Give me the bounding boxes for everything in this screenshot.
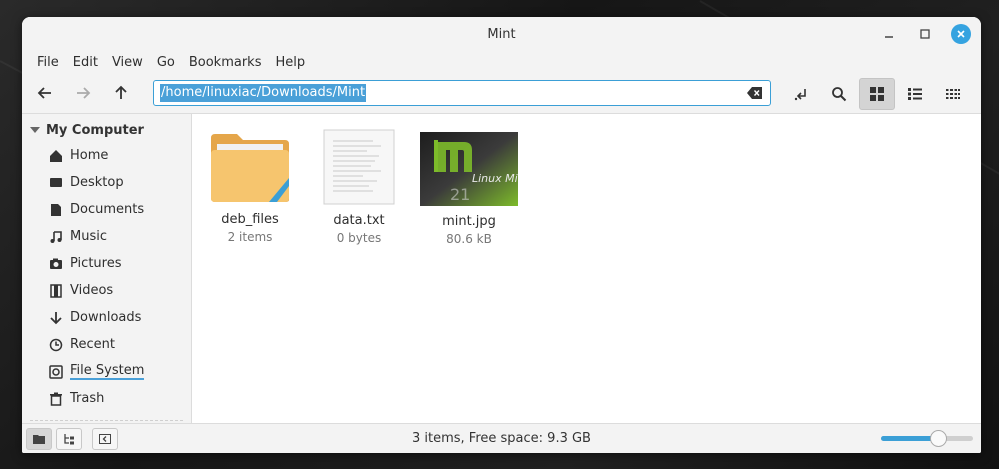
menubar: File Edit View Go Bookmarks Help (22, 51, 981, 73)
grid-icon (870, 87, 884, 101)
filesystem-icon (48, 364, 64, 380)
minimize-button[interactable] (879, 24, 899, 44)
list-icon (908, 88, 922, 100)
toggle-path-icon (794, 89, 806, 101)
sidebar-item-label: Music (70, 229, 107, 244)
file-detail: 80.6 kB (446, 232, 492, 246)
tree-icon (64, 433, 74, 444)
compact-list-icon (946, 89, 960, 99)
text-file-icon (323, 129, 395, 205)
menu-edit[interactable]: Edit (66, 55, 105, 70)
sidebar-item-label: Downloads (70, 310, 142, 325)
file-name: mint.jpg (442, 214, 496, 229)
chevron-down-icon (30, 127, 40, 133)
titlebar[interactable]: Mint (22, 17, 981, 51)
sidebar-item-label: Documents (70, 202, 145, 217)
toggle-location-button[interactable] (783, 78, 819, 110)
home-icon (48, 148, 64, 164)
sidebar-item-documents[interactable]: Documents (22, 196, 191, 223)
sidebar-item-label: Videos (70, 283, 114, 298)
show-treeview-button[interactable] (56, 427, 82, 450)
menu-help[interactable]: Help (268, 55, 312, 70)
sidebar-item-recent[interactable]: Recent (22, 331, 191, 358)
zoom-slider-handle[interactable] (930, 430, 948, 447)
desktop-icon (48, 175, 64, 191)
trash-icon (48, 391, 64, 407)
sidebar: My Computer Home Desktop Documents Music… (22, 114, 192, 423)
sidebar-toggle-icon (99, 433, 111, 444)
clear-location-button[interactable] (747, 86, 763, 104)
file-item[interactable]: deb_files 2 items (200, 132, 300, 244)
file-name: data.txt (333, 213, 385, 228)
sidebar-item-label: Pictures (70, 256, 122, 271)
sidebar-item-desktop[interactable]: Desktop (22, 169, 191, 196)
close-icon (957, 30, 965, 38)
sidebar-item-pictures[interactable]: Pictures (22, 250, 191, 277)
maximize-icon (920, 29, 930, 39)
thumbnail-caption: Linux Mint (472, 172, 518, 185)
folder-small-icon (33, 434, 45, 444)
close-button[interactable] (951, 24, 971, 44)
file-detail: 0 bytes (336, 231, 382, 245)
arrow-right-icon (77, 87, 91, 99)
thumbnail-version: 21 (450, 185, 470, 204)
sidebar-item-label: Home (70, 148, 109, 163)
search-icon (832, 87, 847, 102)
menu-go[interactable]: Go (150, 55, 182, 70)
downloads-icon (48, 310, 64, 326)
sidebar-item-label: Recent (70, 337, 115, 352)
sidebar-divider (30, 420, 183, 421)
location-path[interactable]: /home/linuxiac/Downloads/Mint (160, 84, 367, 102)
minimize-icon (885, 36, 893, 38)
back-button[interactable] (30, 78, 60, 108)
menu-view[interactable]: View (105, 55, 150, 70)
file-item[interactable]: Linux Mint 21 mint.jpg 80.6 kB (419, 132, 519, 246)
icon-view-button[interactable] (859, 78, 895, 110)
sidebar-item-downloads[interactable]: Downloads (22, 304, 191, 331)
menu-file[interactable]: File (30, 55, 66, 70)
forward-button[interactable] (68, 78, 98, 108)
statusbar: 3 items, Free space: 9.3 GB (22, 423, 981, 453)
backspace-icon (747, 87, 762, 99)
file-view[interactable]: deb_files 2 items data.txt 0 bytes Linux… (192, 114, 981, 423)
sidebar-item-music[interactable]: Music (22, 223, 191, 250)
folder-icon (211, 134, 289, 202)
search-button[interactable] (821, 78, 857, 110)
arrow-up-icon (115, 85, 127, 99)
pictures-icon (48, 256, 64, 272)
music-icon (48, 229, 64, 245)
file-item[interactable]: data.txt 0 bytes (309, 129, 409, 245)
file-manager-window: Mint File Edit View Go Bookmarks Help /h… (22, 17, 981, 453)
sidebar-item-videos[interactable]: Videos (22, 277, 191, 304)
toggle-sidebar-button[interactable] (92, 427, 118, 450)
status-text: 3 items, Free space: 9.3 GB (412, 431, 591, 446)
sidebar-item-file-system[interactable]: File System (22, 358, 191, 385)
toolbar: /home/linuxiac/Downloads/Mint (22, 73, 981, 113)
sidebar-item-label: File System (70, 362, 145, 380)
image-thumbnail: Linux Mint 21 (420, 132, 518, 206)
sidebar-item-label: Trash (70, 391, 105, 406)
recent-icon (48, 337, 64, 353)
arrow-left-icon (37, 87, 51, 99)
show-places-button[interactable] (26, 427, 52, 450)
compact-view-button[interactable] (935, 78, 971, 110)
sidebar-section-label: My Computer (46, 122, 144, 138)
sidebar-item-label: Desktop (70, 175, 124, 190)
sidebar-item-home[interactable]: Home (22, 142, 191, 169)
menu-bookmarks[interactable]: Bookmarks (182, 55, 269, 70)
sidebar-item-trash[interactable]: Trash (22, 385, 191, 412)
window-title: Mint (487, 26, 516, 42)
list-view-button[interactable] (897, 78, 933, 110)
documents-icon (48, 202, 64, 218)
videos-icon (48, 283, 64, 299)
file-name: deb_files (221, 212, 279, 227)
location-bar[interactable]: /home/linuxiac/Downloads/Mint (153, 80, 771, 106)
maximize-button[interactable] (915, 24, 935, 44)
zoom-slider[interactable] (881, 430, 973, 447)
sidebar-section-my-computer[interactable]: My Computer (22, 118, 191, 142)
up-button[interactable] (106, 78, 136, 108)
file-detail: 2 items (227, 230, 273, 244)
